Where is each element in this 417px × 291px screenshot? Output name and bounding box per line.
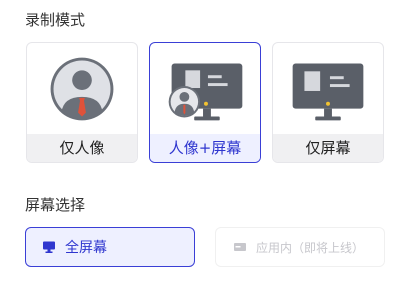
- mode-card-portrait-only[interactable]: 仅人像: [26, 42, 138, 163]
- monitor-with-person-icon: [168, 63, 243, 121]
- screen-selection-title: 屏幕选择: [25, 196, 86, 214]
- in-app-option-label: 应用内（即将上线）: [256, 240, 365, 255]
- mode-label-portrait-only: 仅人像: [27, 134, 137, 162]
- recording-mode-title: 录制模式: [25, 11, 86, 29]
- app-window-icon: [234, 243, 246, 251]
- person-avatar-icon: [50, 57, 114, 121]
- mode-label-screen-only: 仅屏幕: [273, 134, 383, 162]
- mode-label-portrait-screen: 人像+屏幕: [150, 134, 260, 162]
- monitor-icon: [292, 63, 364, 121]
- monitor-icon: [43, 241, 55, 253]
- fullscreen-option-label: 全屏幕: [65, 240, 107, 256]
- in-app-option-button: 应用内（即将上线）: [215, 227, 385, 267]
- mode-card-portrait-screen[interactable]: 人像+屏幕: [149, 42, 261, 163]
- mode-card-screen-only[interactable]: 仅屏幕: [272, 42, 384, 163]
- fullscreen-option-button[interactable]: 全屏幕: [25, 227, 195, 267]
